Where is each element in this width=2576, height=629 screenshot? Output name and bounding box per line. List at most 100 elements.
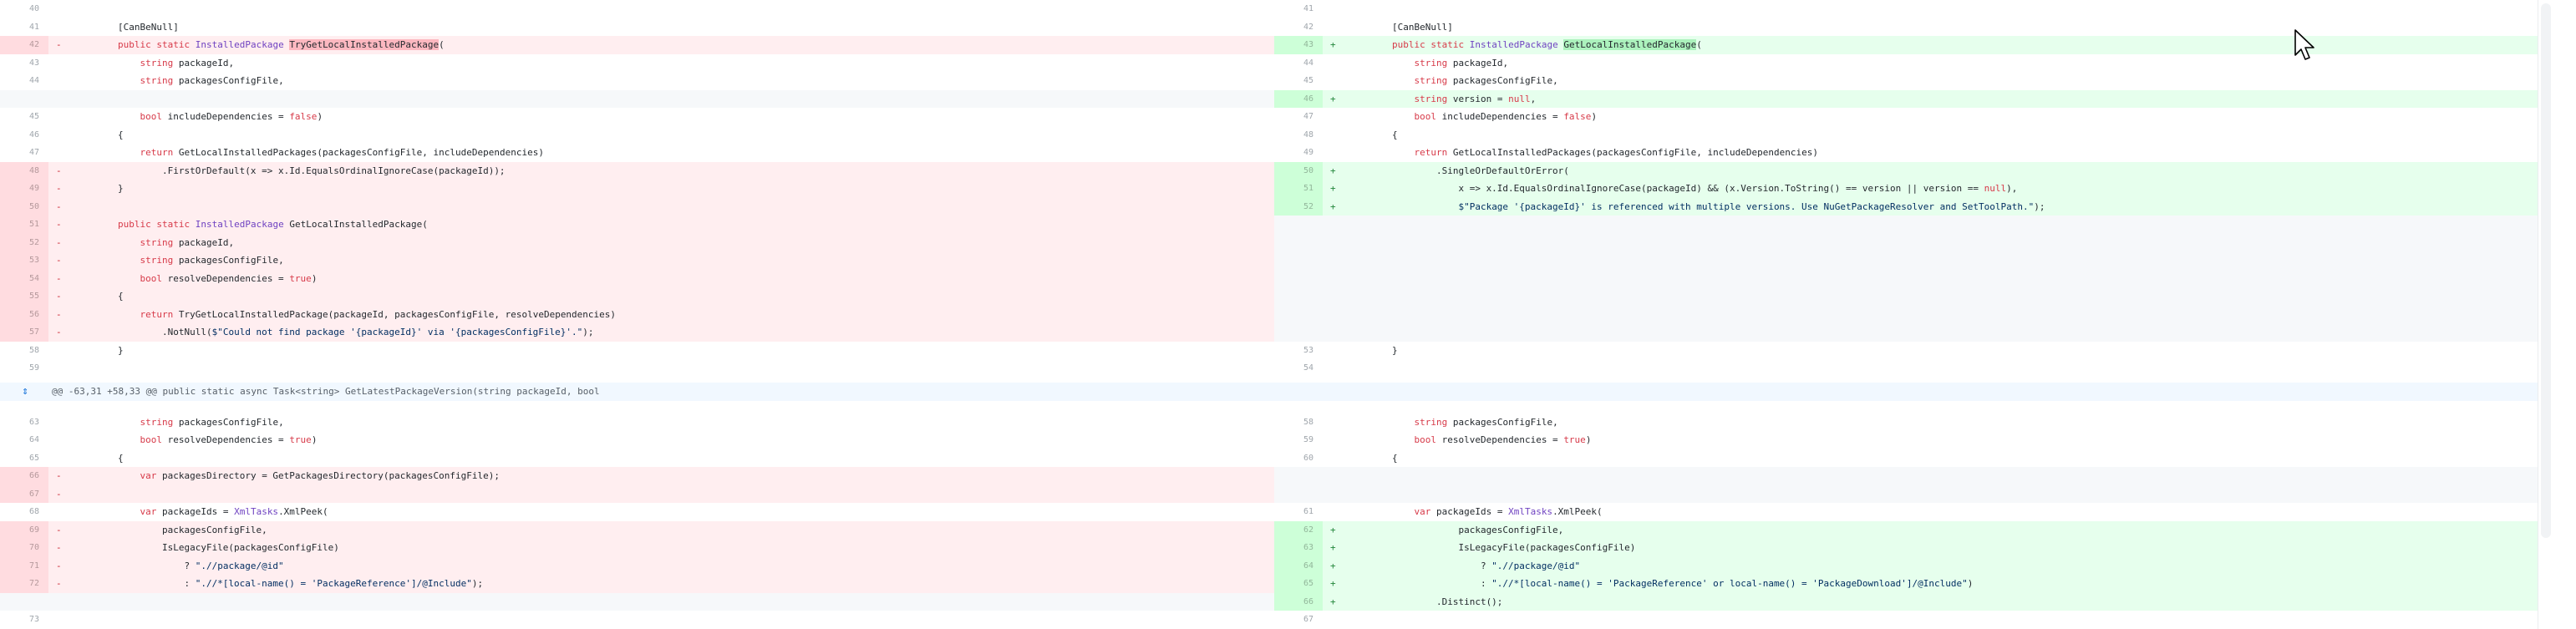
line-number[interactable]: 46	[0, 126, 48, 145]
line-number[interactable]: 62	[1274, 520, 1323, 539]
left-line: 72- : ".//*[local-name() = 'PackageRefer…	[0, 575, 1274, 593]
diff-marker: -	[56, 470, 62, 481]
line-number[interactable]: 49	[0, 180, 48, 198]
line-number[interactable]	[0, 89, 48, 108]
line-number[interactable]: 45	[1274, 72, 1323, 90]
code-text: bool resolveDependencies = true)	[140, 272, 318, 284]
diff-marker	[48, 359, 74, 378]
line-number[interactable]: 50	[1274, 161, 1323, 180]
line-number[interactable]	[1274, 323, 1323, 342]
line-number[interactable]: 42	[1274, 18, 1323, 37]
line-number[interactable]	[1274, 305, 1323, 323]
line-number[interactable]: 69	[0, 520, 48, 539]
line-number[interactable]: 60	[1274, 449, 1323, 468]
diff-row: 51- public static InstalledPackage GetLo…	[0, 216, 2538, 234]
line-number[interactable]: 63	[0, 413, 48, 432]
line-number[interactable]: 52	[0, 233, 48, 251]
line-number[interactable]	[0, 592, 48, 611]
line-number[interactable]: 53	[0, 251, 48, 270]
line-number[interactable]: 73	[0, 611, 48, 629]
line-number[interactable]: 44	[0, 72, 48, 90]
diff-row: 54- bool resolveDependencies = true)	[0, 269, 2538, 287]
line-number[interactable]: 47	[1274, 108, 1323, 126]
line-number[interactable]: 63	[1274, 539, 1323, 557]
line-number[interactable]: 61	[1274, 503, 1323, 521]
line-number[interactable]: 59	[1274, 431, 1323, 449]
line-number[interactable]: 41	[0, 18, 48, 37]
diff-marker: -	[56, 308, 62, 320]
line-number[interactable]: 54	[0, 269, 48, 287]
line-number[interactable]	[1274, 484, 1323, 503]
line-number[interactable]	[1274, 251, 1323, 270]
line-number[interactable]: 52	[1274, 197, 1323, 216]
line-number[interactable]: 64	[0, 431, 48, 449]
line-number[interactable]: 66	[0, 467, 48, 485]
left-line: 43 string packageId,	[0, 54, 1274, 73]
diff-marker	[1323, 126, 1348, 145]
code-text: {	[74, 452, 124, 464]
diff-marker: -	[56, 524, 62, 535]
line-number[interactable]: 66	[1274, 592, 1323, 611]
line-number[interactable]: 58	[1274, 413, 1323, 432]
code-text: IsLegacyFile(packagesConfigFile)	[74, 542, 339, 553]
diff-marker	[1323, 251, 1348, 270]
left-line	[0, 592, 1274, 611]
expand-icon[interactable]: ⇕	[18, 385, 32, 398]
line-number[interactable]: 48	[0, 161, 48, 180]
scrollbar-thumb[interactable]	[2541, 3, 2551, 538]
diff-row: 58 } 53 }	[0, 342, 2538, 360]
diff-row: 57- .NotNull($"Could not find package '{…	[0, 323, 2538, 342]
line-number[interactable]: 51	[1274, 180, 1323, 198]
line-number[interactable]	[1274, 269, 1323, 287]
line-number[interactable]: 51	[0, 216, 48, 234]
diff-marker: +	[1330, 542, 1336, 553]
line-number[interactable]: 58	[0, 342, 48, 360]
line-number[interactable]	[1274, 287, 1323, 306]
line-number[interactable]: 67	[0, 484, 48, 503]
code-text: string packageId,	[140, 236, 235, 248]
line-number[interactable]	[1274, 233, 1323, 251]
line-number[interactable]: 53	[1274, 342, 1323, 360]
left-line	[0, 89, 1274, 109]
line-number[interactable]: 67	[1274, 611, 1323, 629]
line-number[interactable]	[1274, 467, 1323, 485]
left-line: 70- IsLegacyFile(packagesConfigFile)	[0, 539, 1274, 557]
line-number[interactable]: 49	[1274, 144, 1323, 162]
line-number[interactable]: 55	[0, 287, 48, 306]
line-number[interactable]: 40	[0, 0, 48, 18]
line-number[interactable]: 71	[0, 556, 48, 575]
line-number[interactable]: 56	[0, 305, 48, 323]
line-number[interactable]: 54	[1274, 359, 1323, 378]
line-number[interactable]: 44	[1274, 54, 1323, 73]
code-text: return TryGetLocalInstalledPackage(packa…	[140, 308, 617, 320]
diff-row: 42- public static InstalledPackage TryGe…	[0, 36, 2538, 54]
line-number[interactable]: 72	[0, 575, 48, 593]
line-number[interactable]: 64	[1274, 556, 1323, 575]
line-number[interactable]: 59	[0, 359, 48, 378]
line-number[interactable]: 65	[1274, 575, 1323, 593]
code-text: bool resolveDependencies = true)	[140, 434, 318, 445]
line-number[interactable]: 43	[0, 54, 48, 73]
line-number[interactable]: 50	[0, 197, 48, 216]
split-diff-view: 40 41 41 [CanBeNull] 42 [CanBeNull] 42- publ…	[0, 0, 2538, 629]
line-number[interactable]: 46	[1274, 89, 1323, 108]
diff-row: 49- } 51 + x => x.Id.EqualsOrdinalIgnoreCa…	[0, 180, 2538, 198]
code-text: var packageIds = XmlTasks.XmlPeek(	[1414, 506, 1603, 517]
diff-row: 40 41	[0, 0, 2538, 18]
line-number[interactable]: 68	[0, 503, 48, 521]
line-number[interactable]: 45	[0, 108, 48, 126]
line-number[interactable]: 57	[0, 323, 48, 342]
line-number[interactable]: 42	[0, 36, 48, 54]
line-number[interactable]: 47	[0, 144, 48, 162]
diff-marker	[1323, 108, 1348, 126]
line-number[interactable]: 43	[1274, 36, 1323, 54]
line-number[interactable]	[1274, 216, 1323, 234]
line-number[interactable]: 70	[0, 539, 48, 557]
line-number[interactable]: 48	[1274, 126, 1323, 145]
line-number[interactable]: 41	[1274, 0, 1323, 18]
right-line	[1274, 287, 2538, 306]
line-number[interactable]: 65	[0, 449, 48, 468]
